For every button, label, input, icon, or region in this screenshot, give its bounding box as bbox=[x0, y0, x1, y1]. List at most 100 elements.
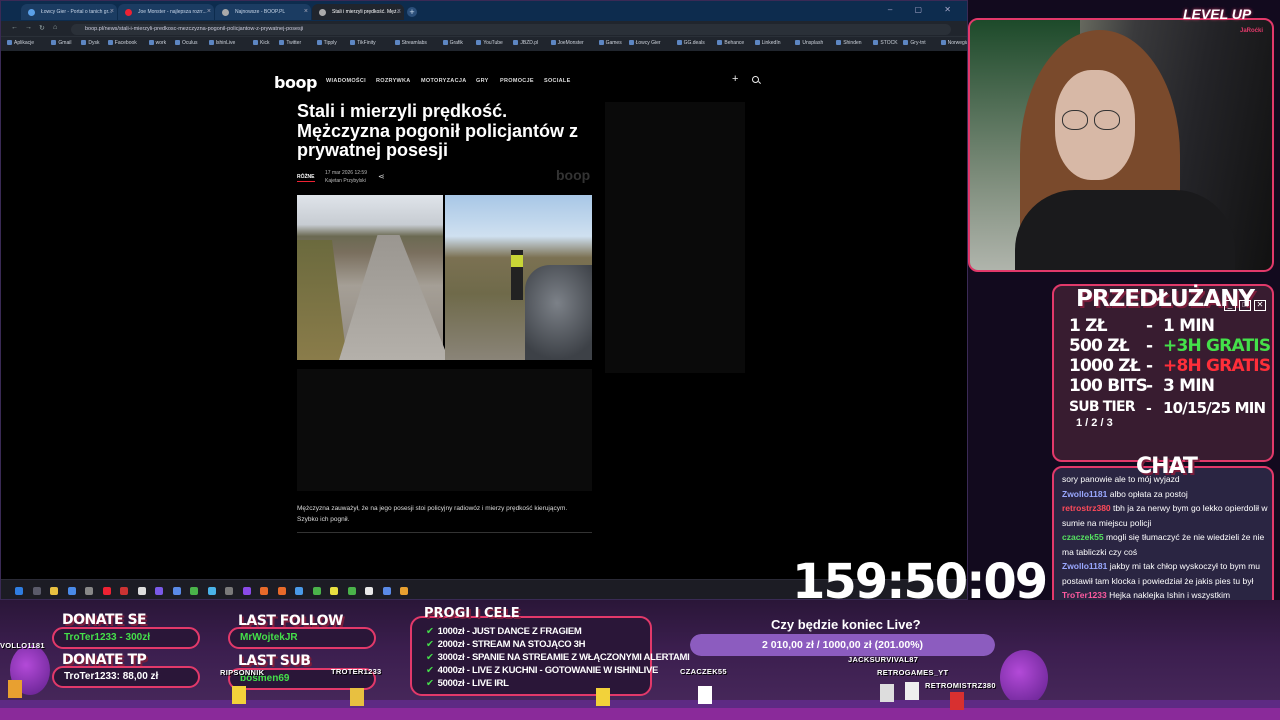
chat-username[interactable]: Zwollo1181 bbox=[1062, 561, 1107, 571]
bookmark-item[interactable]: JoeMonster bbox=[551, 40, 584, 46]
tab-active-article[interactable]: Stali i mierzyli prędkość. Męż... × bbox=[312, 4, 404, 20]
bookmark-item[interactable]: IshinLive bbox=[209, 40, 236, 46]
donate-se-title: DONATE SE bbox=[62, 612, 147, 628]
bookmark-item[interactable]: Norwegia bbox=[941, 40, 967, 46]
nav-motoryzacja[interactable]: MOTORYZACJA bbox=[421, 78, 466, 84]
reload-icon[interactable]: ↻ bbox=[39, 24, 45, 32]
bookmark-item[interactable]: Behance bbox=[717, 40, 744, 46]
bookmark-item[interactable]: Twitter bbox=[279, 40, 301, 46]
level-up-sublogo: JaRoćki bbox=[1240, 28, 1264, 34]
taskbar-app-icon[interactable] bbox=[225, 587, 233, 595]
viewer-sprite bbox=[698, 686, 712, 704]
taskbar-app-icon[interactable] bbox=[295, 587, 303, 595]
forward-icon[interactable]: → bbox=[25, 24, 32, 31]
nav-sociale[interactable]: SOCIALE bbox=[544, 78, 571, 84]
taskbar-app-icon[interactable] bbox=[155, 587, 163, 595]
bookmark-item[interactable]: Shinden bbox=[836, 40, 861, 46]
goal-item: ✔ 3000zł - SPANIE NA STREAMIE Z WŁĄCZONYM… bbox=[426, 652, 690, 663]
bookmark-item[interactable]: Łowcy Gier bbox=[629, 40, 661, 46]
bookmark-item[interactable]: YouTube bbox=[476, 40, 503, 46]
extension-row: 100 BITS -3 MIN bbox=[1069, 376, 1215, 396]
back-icon[interactable]: ← bbox=[11, 24, 18, 31]
bookmark-item[interactable]: Gry-tnt bbox=[903, 40, 925, 46]
window-controls[interactable]: – ▢ ✕ bbox=[888, 5, 961, 14]
tab-joe-monster[interactable]: Joe Monster - najlepsza rozrr... × bbox=[118, 4, 214, 20]
bookmark-item[interactable]: Grafik bbox=[443, 40, 463, 46]
chat-username[interactable]: TroTer1233 bbox=[1062, 590, 1107, 600]
bookmark-item[interactable]: TikFinity bbox=[350, 40, 375, 46]
taskbar-app-icon[interactable] bbox=[400, 587, 408, 595]
taskbar-app-icon[interactable] bbox=[382, 587, 391, 595]
close-icon[interactable]: × bbox=[397, 8, 401, 15]
bookmark-item[interactable]: Tipply bbox=[317, 40, 337, 46]
maximize-icon: □ bbox=[1239, 300, 1251, 311]
tab-bar: Łowcy Gier - Portal o tanich gr... × Joe … bbox=[1, 1, 967, 21]
tab-boop-najnowsze[interactable]: Najnowsze - BOOP.PL × bbox=[215, 4, 311, 20]
new-tab-button[interactable]: + bbox=[407, 7, 417, 17]
close-icon[interactable]: × bbox=[207, 8, 211, 15]
bookmark-item[interactable]: STOCK bbox=[873, 40, 897, 46]
search-icon[interactable] bbox=[752, 76, 759, 83]
nav-wiadomosci[interactable]: WIADOMOŚCI bbox=[326, 78, 366, 84]
nav-gry[interactable]: GRY bbox=[476, 78, 489, 84]
taskbar-app-icon[interactable] bbox=[85, 587, 93, 595]
bookmark-item[interactable]: Kick bbox=[253, 40, 269, 46]
bookmark-item[interactable]: Streamlabs bbox=[395, 40, 427, 46]
close-icon[interactable]: × bbox=[304, 8, 308, 15]
taskbar-app-icon[interactable] bbox=[312, 587, 321, 595]
taskbar-app-icon[interactable] bbox=[120, 587, 128, 595]
level-up-logo: LEVEL UP bbox=[1183, 6, 1252, 22]
taskbar-app-icon[interactable] bbox=[137, 587, 146, 595]
bookmark-item[interactable]: Games bbox=[599, 40, 622, 46]
video-placeholder[interactable] bbox=[297, 369, 592, 491]
url-input[interactable]: boop.pl/news/stali-i-mierzyli-predkosc-m… bbox=[71, 24, 951, 35]
taskbar-app-icon[interactable] bbox=[172, 587, 181, 595]
share-icon[interactable]: ⋖ bbox=[378, 172, 385, 181]
bookmark-item[interactable]: GG.deals bbox=[677, 40, 705, 46]
taskbar-app-icon[interactable] bbox=[347, 587, 356, 595]
bookmark-item[interactable]: work bbox=[149, 40, 167, 46]
taskbar-app-icon[interactable] bbox=[50, 587, 58, 595]
viewer-sprite bbox=[880, 684, 894, 702]
taskbar-app-icon[interactable] bbox=[67, 587, 76, 595]
goal-item: ✔ 2000zł - STREAM NA STOJĄCO 3H bbox=[426, 639, 586, 650]
taskbar-app-icon[interactable] bbox=[207, 587, 216, 595]
article-category[interactable]: RÓŻNE bbox=[297, 174, 315, 182]
pixel-strip bbox=[0, 708, 1280, 720]
site-logo[interactable]: boop bbox=[274, 73, 317, 92]
taskbar-app-icon[interactable] bbox=[190, 587, 198, 595]
tab-lowcy-gier[interactable]: Łowcy Gier - Portal o tanich gr... × bbox=[21, 4, 117, 20]
taskbar-app-icon[interactable] bbox=[102, 587, 111, 595]
taskbar-app-icon[interactable] bbox=[365, 587, 373, 595]
taskbar-app-icon[interactable] bbox=[15, 587, 23, 595]
donate-se-value: TroTer1233 - 300zł bbox=[52, 627, 200, 649]
article-author[interactable]: Kajetan Przybylski bbox=[325, 178, 366, 184]
bookmark-item[interactable]: JBZD.pl bbox=[513, 40, 538, 46]
bookmark-item[interactable]: Gmail bbox=[51, 40, 71, 46]
bookmark-item[interactable]: Oculus bbox=[175, 40, 198, 46]
taskbar-app-icon[interactable] bbox=[32, 587, 41, 595]
bookmark-item[interactable]: Aplikacje bbox=[7, 40, 34, 46]
boop-watermark: boop bbox=[556, 167, 591, 183]
chat-username[interactable]: Zwollo1181 bbox=[1062, 489, 1107, 499]
viewer-name: JACKSURVIVAL87 bbox=[848, 655, 919, 664]
chat-text: albo opłata za postoj bbox=[1109, 488, 1188, 499]
chat-username[interactable]: czaczek55 bbox=[1062, 532, 1104, 542]
home-icon[interactable]: ⌂ bbox=[53, 24, 57, 31]
close-icon[interactable]: × bbox=[110, 8, 114, 15]
taskbar-app-icon[interactable] bbox=[277, 587, 286, 595]
bookmark-item[interactable]: Facebook bbox=[108, 40, 137, 46]
bookmark-item[interactable]: Dysk bbox=[81, 40, 99, 46]
taskbar-app-icon[interactable] bbox=[260, 587, 268, 595]
plus-icon[interactable]: + bbox=[732, 73, 738, 85]
taskbar-app-icon[interactable] bbox=[330, 587, 338, 595]
taskbar-app-icon[interactable] bbox=[242, 587, 251, 595]
nav-promocje[interactable]: PROMOCJE bbox=[500, 78, 534, 84]
bookmark-item[interactable]: Unsplash bbox=[795, 40, 823, 46]
extension-row: 500 ZŁ - +3H GRATIS bbox=[1069, 336, 1271, 356]
nav-rozrywka[interactable]: ROZRYWKA bbox=[376, 78, 411, 84]
viewer-name: RIPSONNIK bbox=[220, 668, 265, 677]
chat-username[interactable]: retrostrz380 bbox=[1062, 503, 1111, 513]
bookmark-item[interactable]: LinkedIn bbox=[755, 40, 781, 46]
article-photo bbox=[297, 195, 592, 360]
